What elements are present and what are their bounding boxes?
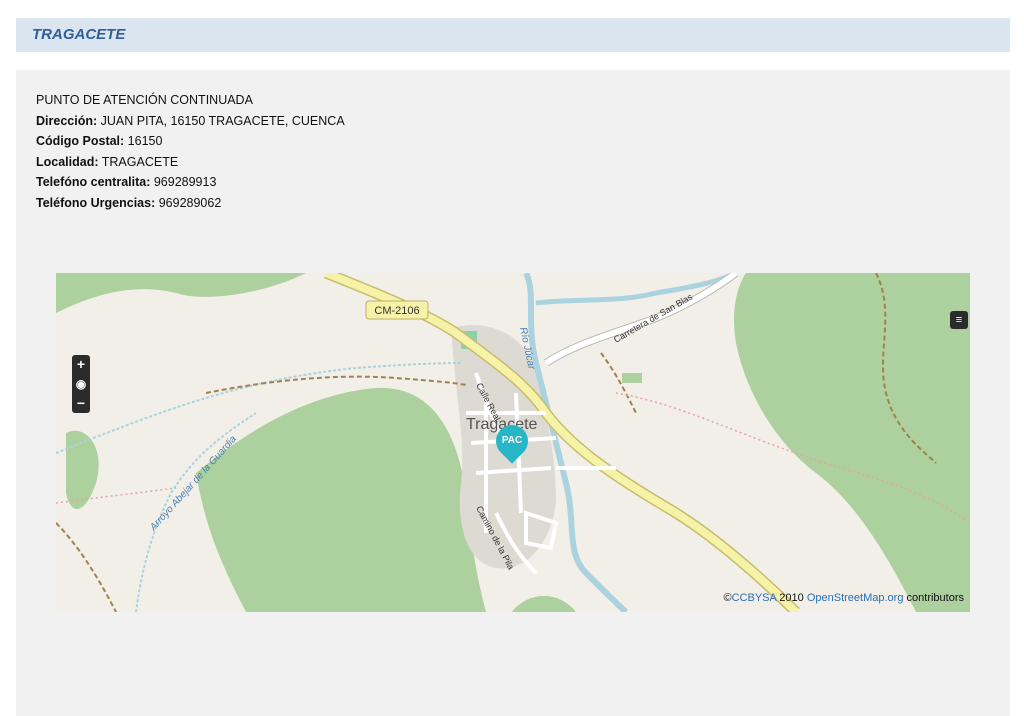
phone-value: 969289913 — [150, 175, 217, 189]
locality-label: Localidad: — [36, 154, 99, 169]
urgent-row: Teléfono Urgencias: 969289062 — [36, 193, 345, 214]
zoom-in-button[interactable]: + — [72, 357, 90, 371]
track — [205, 375, 467, 394]
zoom-control: + ◉ − — [72, 355, 90, 413]
address-row: Dirección: JUAN PITA, 16150 TRAGACETE, C… — [36, 111, 345, 132]
park-area — [622, 373, 642, 383]
locality-value: TRAGACETE — [98, 154, 179, 169]
page-title: TRAGACETE — [32, 26, 126, 43]
forest-area — [734, 273, 970, 612]
layers-button[interactable]: ≡ — [950, 311, 968, 329]
urgent-label: Teléfono Urgencias: — [36, 195, 156, 210]
river-jucar — [535, 273, 738, 306]
forest-area — [511, 596, 576, 612]
forest-area — [196, 387, 486, 612]
pac-marker-label: PAC — [501, 435, 523, 446]
pac-marker[interactable]: PAC — [489, 418, 535, 464]
attribution-prefix: © — [723, 592, 732, 604]
phone-label: Telefóno centralita: — [36, 175, 151, 189]
attribution-year: 2010 — [776, 592, 807, 604]
locality-row: Localidad: TRAGACETE — [36, 152, 345, 173]
forest-area — [66, 430, 99, 510]
road-san-blas — [544, 273, 738, 366]
postal-row: Código Postal: 16150 — [36, 131, 345, 152]
postal-label: Código Postal: — [36, 134, 125, 148]
license-link[interactable]: CCBYSA — [732, 592, 777, 604]
map-attribution: ©CCBYSA 2010 OpenStreetMap.org contribut… — [724, 592, 965, 604]
address-value: JUAN PITA, 16150 TRAGACETE, CUENCA — [97, 113, 345, 128]
urgent-value: 969289062 — [155, 195, 222, 210]
road-label: CM-2106 — [374, 305, 419, 317]
address-label: Dirección: — [36, 113, 98, 128]
osm-link[interactable]: OpenStreetMap.org — [807, 592, 904, 604]
forest-area — [56, 273, 306, 313]
track — [56, 522, 117, 612]
road-shield-cm2106: CM-2106 — [365, 300, 429, 320]
postal-value: 16150 — [124, 134, 163, 148]
map-view[interactable]: CM-2106 Tragacete Calle Real Carretera d… — [56, 273, 970, 612]
center-info: PUNTO DE ATENCIÓN CONTINUADA Dirección: … — [36, 90, 345, 213]
center-name: PUNTO DE ATENCIÓN CONTINUADA — [36, 93, 253, 107]
zoom-out-button[interactable]: − — [72, 396, 90, 410]
globe-icon[interactable]: ◉ — [72, 377, 90, 391]
phone-row: Telefóno centralita: 969289913 — [36, 172, 345, 193]
layers-icon: ≡ — [955, 314, 963, 326]
content-panel: PUNTO DE ATENCIÓN CONTINUADA Dirección: … — [16, 70, 1010, 716]
attribution-suffix: contributors — [903, 592, 964, 604]
header-bar: TRAGACETE — [16, 18, 1010, 52]
